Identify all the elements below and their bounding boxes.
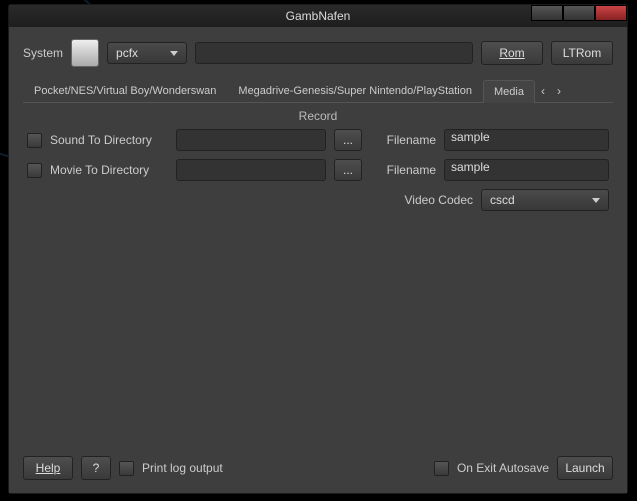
system-select[interactable]: pcfx (107, 42, 187, 64)
system-select-value: pcfx (116, 46, 138, 60)
maximize-button[interactable] (563, 5, 595, 21)
autosave-label: On Exit Autosave (457, 461, 549, 475)
window-buttons (531, 5, 627, 21)
movie-filename-input[interactable]: sample (444, 159, 609, 181)
movie-filename-label: Filename (370, 163, 436, 177)
close-button[interactable] (595, 5, 627, 21)
sound-label: Sound To Directory (50, 133, 168, 147)
system-icon (71, 39, 99, 67)
media-panel: Record Sound To Directory ... Filename s… (23, 103, 613, 453)
record-section-title: Record (27, 109, 609, 123)
codec-select[interactable]: cscd (481, 189, 609, 211)
main-window: GambNafen System pcfx Rom LTRom Pocket/N… (8, 4, 628, 494)
codec-label: Video Codec (405, 193, 474, 207)
system-label: System (23, 46, 63, 60)
tab-bar: Pocket/NES/Virtual Boy/Wonderswan Megadr… (23, 79, 613, 103)
codec-value: cscd (490, 193, 515, 207)
movie-dir-input[interactable] (176, 159, 326, 181)
chevron-down-icon (592, 198, 600, 203)
movie-checkbox[interactable] (27, 163, 42, 178)
autosave-checkbox[interactable] (434, 461, 449, 476)
titlebar[interactable]: GambNafen (9, 5, 627, 27)
help-button[interactable]: Help (23, 456, 73, 480)
printlog-checkbox[interactable] (119, 461, 134, 476)
ltrom-button[interactable]: LTRom (551, 41, 613, 65)
tab-group-2[interactable]: Megadrive-Genesis/Super Nintendo/PlaySta… (227, 79, 483, 102)
codec-row: Video Codec cscd (27, 189, 609, 211)
sound-checkbox[interactable] (27, 133, 42, 148)
movie-row: Movie To Directory ... Filename sample (27, 159, 609, 181)
printlog-label: Print log output (142, 461, 223, 475)
system-row: System pcfx Rom LTRom (23, 35, 613, 71)
sound-row: Sound To Directory ... Filename sample (27, 129, 609, 151)
movie-dir-browse[interactable]: ... (334, 159, 362, 181)
bottom-bar: Help ? Print log output On Exit Autosave… (23, 453, 613, 483)
minimize-button[interactable] (531, 5, 563, 21)
about-button[interactable]: ? (81, 456, 111, 480)
sound-filename-label: Filename (370, 133, 436, 147)
tab-group-1[interactable]: Pocket/NES/Virtual Boy/Wonderswan (23, 79, 227, 102)
sound-dir-browse[interactable]: ... (334, 129, 362, 151)
rom-button[interactable]: Rom (481, 41, 543, 65)
tab-scroll-right[interactable]: › (551, 84, 567, 98)
chevron-down-icon (170, 51, 178, 56)
rom-path-input[interactable] (195, 42, 473, 64)
sound-dir-input[interactable] (176, 129, 326, 151)
sound-filename-input[interactable]: sample (444, 129, 609, 151)
tab-scroll-left[interactable]: ‹ (535, 84, 551, 98)
tab-media[interactable]: Media (483, 80, 535, 103)
movie-label: Movie To Directory (50, 163, 168, 177)
content-area: System pcfx Rom LTRom Pocket/NES/Virtual… (9, 27, 627, 493)
launch-button[interactable]: Launch (557, 456, 613, 480)
